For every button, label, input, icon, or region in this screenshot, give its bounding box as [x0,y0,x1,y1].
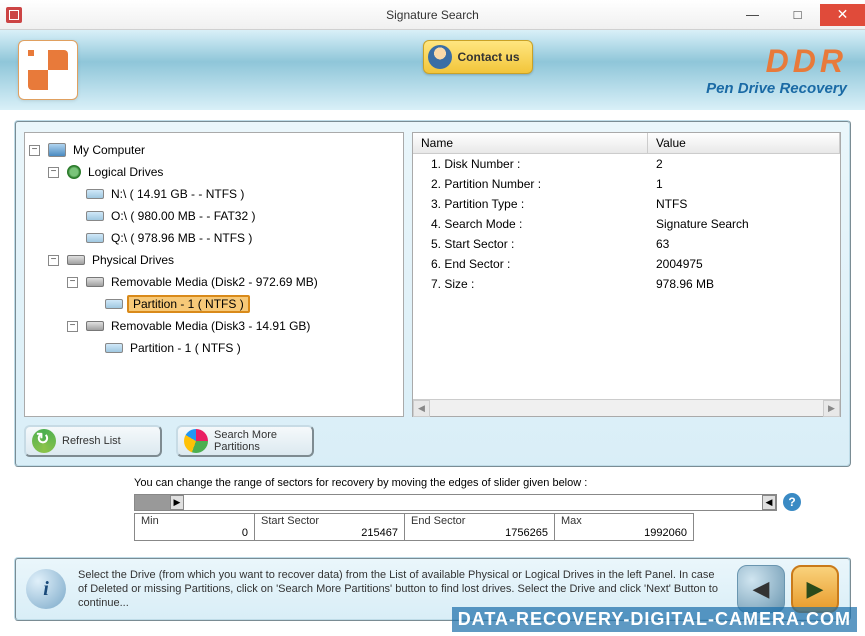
start-sector-label: Start Sector [261,515,398,527]
min-value: 0 [141,527,248,539]
contact-avatar-icon [428,45,452,69]
search-more-label: Search More Partitions [214,429,277,453]
close-button[interactable]: ✕ [820,4,865,26]
removable-media-icon [86,277,104,287]
drive-tree[interactable]: −My Computer −Logical Drives N:\ ( 14.91… [24,132,404,417]
refresh-list-button[interactable]: Refresh List [24,425,162,457]
brand-logo-text: DDR [706,43,847,80]
max-label: Max [561,515,687,527]
next-button[interactable]: ▶ [791,565,839,613]
removable-media-item[interactable]: Removable Media (Disk2 - 972.69 MB) [108,274,321,290]
detail-name: 3. Partition Type : [413,196,648,212]
physical-drive-icon [67,255,85,265]
end-sector-value: 1756265 [411,527,548,539]
removable-media-icon [86,321,104,331]
collapse-icon[interactable]: − [29,145,40,156]
partition-icon [105,343,123,353]
logical-drive-item[interactable]: O:\ ( 980.00 MB - - FAT32 ) [108,208,259,224]
app-icon [6,7,22,23]
table-row[interactable]: 2. Partition Number :1 [413,174,840,194]
detail-name: 5. Start Sector : [413,236,648,252]
detail-name: 7. Size : [413,276,648,292]
info-icon: i [26,569,66,609]
logical-drives-node[interactable]: Logical Drives [85,164,166,180]
start-sector-value: 215467 [261,527,398,539]
drive-icon [86,211,104,221]
slider-handle-left[interactable]: ▶ [170,495,184,510]
table-row[interactable]: 7. Size :978.96 MB [413,274,840,294]
max-value: 1992060 [561,527,687,539]
contact-label: Contact us [458,50,520,64]
partition-item[interactable]: Partition - 1 ( NTFS ) [127,340,244,356]
logical-drive-item[interactable]: N:\ ( 14.91 GB - - NTFS ) [108,186,247,202]
contact-us-button[interactable]: Contact us [423,40,533,74]
tree-root[interactable]: My Computer [70,142,148,158]
drive-icon [86,233,104,243]
window-title: Signature Search [386,8,479,22]
detail-value: 978.96 MB [648,276,840,292]
detail-value: 2004975 [648,256,840,272]
detail-value: NTFS [648,196,840,212]
table-row[interactable]: 6. End Sector :2004975 [413,254,840,274]
partition-icon [105,299,123,309]
physical-drives-node[interactable]: Physical Drives [89,252,177,268]
horizontal-scrollbar[interactable]: ◀ ▶ [413,399,840,416]
refresh-label: Refresh List [62,435,121,447]
help-icon[interactable]: ? [783,493,801,511]
globe-icon [67,165,81,179]
removable-media-item[interactable]: Removable Media (Disk3 - 14.91 GB) [108,318,313,334]
scroll-left-icon[interactable]: ◀ [413,400,430,417]
sector-range-instruction: You can change the range of sectors for … [134,477,801,489]
table-row[interactable]: 1. Disk Number :2 [413,154,840,174]
refresh-icon [32,429,56,453]
logical-drive-item[interactable]: Q:\ ( 978.96 MB - - NTFS ) [108,230,255,246]
detail-name: 2. Partition Number : [413,176,648,192]
minimize-button[interactable]: — [730,4,775,26]
detail-value: 63 [648,236,840,252]
detail-value: Signature Search [648,216,840,232]
drive-icon [86,189,104,199]
min-label: Min [141,515,248,527]
detail-name: 1. Disk Number : [413,156,648,172]
header: Contact us DDR Pen Drive Recovery [0,30,865,110]
sector-range-slider[interactable]: ▶ ◀ [134,494,777,511]
table-row[interactable]: 3. Partition Type :NTFS [413,194,840,214]
back-button[interactable]: ◀ [737,565,785,613]
column-header-name[interactable]: Name [413,133,648,153]
end-sector-label: End Sector [411,515,548,527]
detail-value: 2 [648,156,840,172]
collapse-icon[interactable]: − [48,255,59,266]
detail-name: 4. Search Mode : [413,216,648,232]
computer-icon [48,143,66,157]
details-table: Name Value 1. Disk Number :22. Partition… [412,132,841,417]
table-row[interactable]: 4. Search Mode :Signature Search [413,214,840,234]
scroll-right-icon[interactable]: ▶ [823,400,840,417]
partition-item-selected[interactable]: Partition - 1 ( NTFS ) [127,295,250,313]
collapse-icon[interactable]: − [67,277,78,288]
column-header-value[interactable]: Value [648,133,840,153]
table-row[interactable]: 5. Start Sector :63 [413,234,840,254]
title-bar: Signature Search — □ ✕ [0,0,865,30]
watermark: DATA-RECOVERY-DIGITAL-CAMERA.COM [452,607,857,632]
search-more-partitions-button[interactable]: Search More Partitions [176,425,314,457]
brand-subtitle: Pen Drive Recovery [706,80,847,97]
slider-handle-right[interactable]: ◀ [762,495,776,510]
collapse-icon[interactable]: − [67,321,78,332]
footer-instruction: Select the Drive (from which you want to… [78,568,725,611]
maximize-button[interactable]: □ [775,4,820,26]
collapse-icon[interactable]: − [48,167,59,178]
app-logo [18,40,78,100]
detail-name: 6. End Sector : [413,256,648,272]
detail-value: 1 [648,176,840,192]
pie-chart-icon [184,429,208,453]
